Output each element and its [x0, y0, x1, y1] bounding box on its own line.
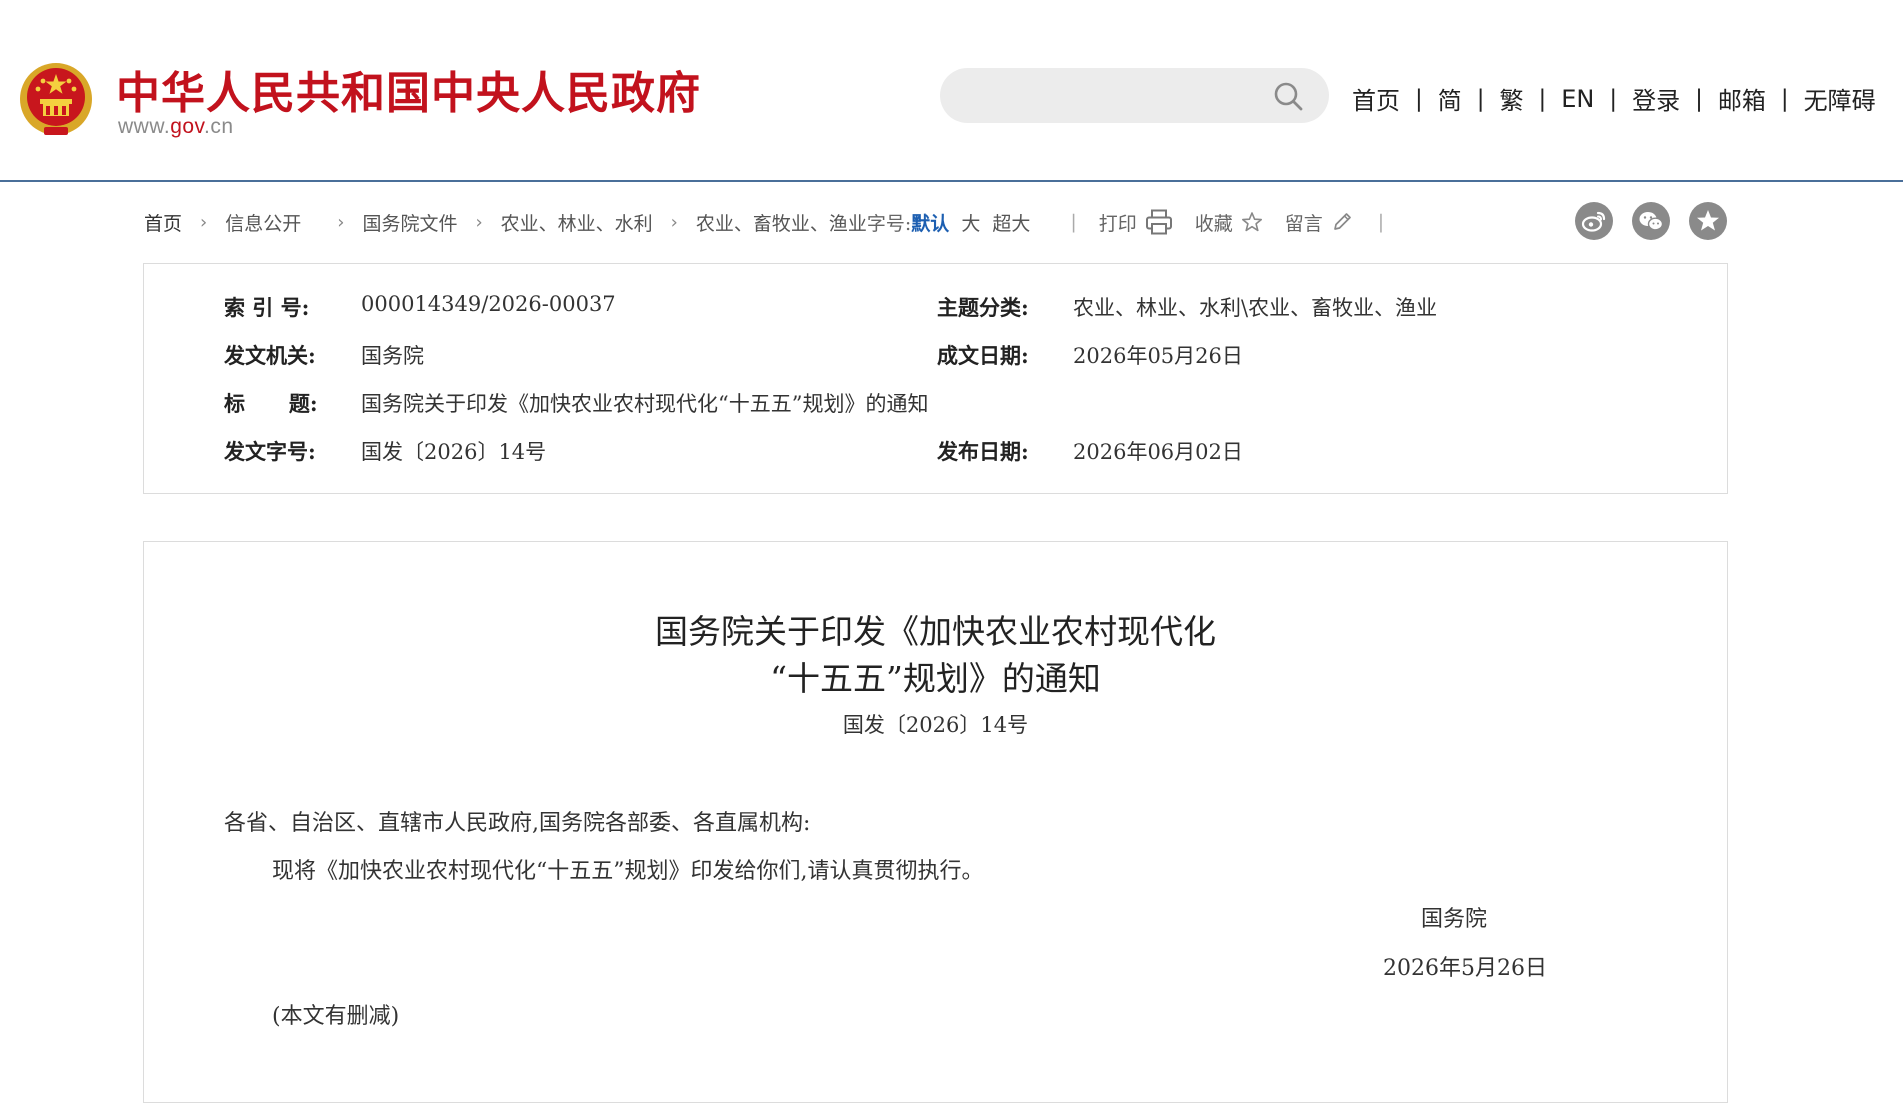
document-date: 2026年5月26日 — [1383, 956, 1547, 981]
nav-separator: | — [1609, 85, 1618, 112]
weibo-icon[interactable] — [1575, 202, 1613, 240]
document-title-line2: “十五五”规划》的通知 — [770, 659, 1101, 698]
favorite-button[interactable]: 收藏 — [1195, 209, 1263, 236]
nav-separator: | — [1415, 85, 1423, 112]
nav-home[interactable]: 首页 — [1352, 81, 1400, 116]
document-number: 国发〔2026〕14号 — [842, 713, 1029, 737]
docno-label: 发文字号: — [224, 439, 316, 464]
document-title-line1: 国务院关于印发《加快农业农村现代化 — [655, 612, 1216, 651]
meta-row-index: 索 引 号: 000014349/2026-00037 主题分类: 农业、林业、… — [144, 292, 1727, 322]
font-size-label: 字号: — [866, 212, 912, 235]
document-note: (本文有删减) — [272, 1004, 400, 1029]
font-size-default[interactable]: 默认 — [911, 209, 949, 236]
printer-icon — [1145, 209, 1172, 235]
nav-separator: | — [1695, 85, 1703, 112]
document-paragraph: 现将《加快农业农村现代化“十五五”规划》印发给你们,请认真贯彻执行。 — [272, 859, 984, 884]
breadcrumb-agri-livestock-fishery[interactable]: 农业、畜牧业、渔业 — [696, 209, 867, 236]
toolbar-divider: | — [1377, 211, 1385, 233]
breadcrumb-state-council-docs[interactable]: 国务院文件 — [362, 209, 457, 236]
docno-value: 国发〔2026〕14号 — [361, 440, 547, 464]
title-label: 标 题: — [224, 391, 318, 416]
wechat-icon[interactable] — [1632, 202, 1670, 240]
toolbar-divider: | — [1070, 211, 1077, 233]
star-glyph-icon — [1697, 210, 1719, 231]
font-size-large[interactable]: 大 — [961, 209, 980, 236]
favorite-star-icon[interactable] — [1689, 202, 1727, 240]
site-header: 中华人民共和国中央人民政府 www.gov.cn 首页 | 简 | 繁 | EN… — [0, 0, 1903, 182]
wechat-glyph-icon — [1639, 212, 1664, 231]
published-date-value: 2026年06月02日 — [1073, 440, 1243, 464]
topic-value: 农业、林业、水利\农业、畜牧业、渔业 — [1073, 296, 1438, 320]
site-domain-mid: gov — [170, 115, 204, 138]
nav-separator: | — [1780, 85, 1789, 112]
nav-simplified[interactable]: 简 — [1438, 81, 1462, 116]
meta-row-title: 标 题: 国务院关于印发《加快农业农村现代化“十五五”规划》的通知 — [144, 388, 1727, 418]
meta-row-issuer: 发文机关: 国务院 成文日期: 2026年05月26日 — [144, 340, 1727, 370]
written-date-label: 成文日期: — [937, 343, 1029, 368]
search-icon[interactable] — [1273, 81, 1303, 111]
breadcrumb-info-public[interactable]: 信息公开 — [225, 209, 301, 236]
issuer-label: 发文机关: — [224, 343, 316, 368]
topic-label: 主题分类: — [937, 295, 1029, 320]
print-label: 打印 — [1098, 212, 1137, 235]
nav-separator: | — [1538, 85, 1547, 112]
chevron-right-icon: › — [200, 211, 208, 233]
issuer-value: 国务院 — [361, 344, 424, 368]
comment-label: 留言 — [1284, 212, 1323, 235]
national-emblem-logo[interactable] — [19, 61, 93, 140]
nav-mail[interactable]: 邮箱 — [1718, 81, 1766, 116]
font-size-xlarge[interactable]: 超大 — [992, 209, 1030, 236]
chevron-right-icon: › — [475, 211, 483, 233]
nav-accessibility[interactable]: 无障碍 — [1804, 81, 1876, 116]
document-signer: 国务院 — [1421, 907, 1488, 932]
chevron-right-icon: › — [337, 211, 345, 233]
nav-traditional[interactable]: 繁 — [1500, 81, 1524, 116]
favorite-label: 收藏 — [1194, 212, 1233, 235]
published-date-label: 发布日期: — [937, 439, 1029, 464]
site-title[interactable]: 中华人民共和国中央人民政府 — [116, 57, 701, 121]
nav-separator: | — [1476, 85, 1485, 112]
search-input[interactable] — [940, 68, 1329, 123]
chevron-right-icon: › — [670, 211, 678, 233]
index-label: 索 引 号: — [224, 295, 310, 320]
nav-login[interactable]: 登录 — [1632, 81, 1680, 116]
breadcrumb: 首页 › 信息公开 › 国务院文件 › 农业、林业、水利 › 农业、畜牧业、渔业… — [144, 205, 1728, 239]
meta-row-docno: 发文字号: 国发〔2026〕14号 发布日期: 2026年06月02日 — [144, 436, 1727, 466]
document-metadata: 索 引 号: 000014349/2026-00037 主题分类: 农业、林业、… — [143, 263, 1728, 494]
site-domain-suffix: .cn — [204, 115, 234, 138]
site-domain-prefix: www. — [118, 115, 171, 138]
document-body: 国务院关于印发《加快农业农村现代化 “十五五”规划》的通知 国发〔2026〕14… — [143, 541, 1728, 1103]
pencil-icon — [1333, 213, 1351, 230]
title-value: 国务院关于印发《加快农业农村现代化“十五五”规划》的通知 — [361, 392, 929, 416]
index-value: 000014349/2026-00037 — [361, 292, 616, 316]
weibo-glyph-icon — [1581, 211, 1606, 232]
comment-button[interactable]: 留言 — [1285, 209, 1353, 236]
breadcrumb-agri-forestry-water[interactable]: 农业、林业、水利 — [501, 209, 653, 236]
site-domain[interactable]: www.gov.cn — [118, 115, 234, 139]
document-salutation: 各省、自治区、直辖市人民政府,国务院各部委、各直属机构: — [224, 811, 811, 836]
font-size-selector: 字号: 默认 大 超大 — [867, 209, 1030, 236]
breadcrumb-home[interactable]: 首页 — [144, 209, 182, 236]
nav-english[interactable]: EN — [1561, 85, 1594, 113]
top-navigation: 首页 | 简 | 繁 | EN | 登录 | 邮箱 | 无障碍 — [1352, 81, 1876, 116]
star-icon — [1241, 212, 1262, 232]
written-date-value: 2026年05月26日 — [1073, 344, 1243, 368]
print-button[interactable]: 打印 — [1099, 209, 1173, 236]
